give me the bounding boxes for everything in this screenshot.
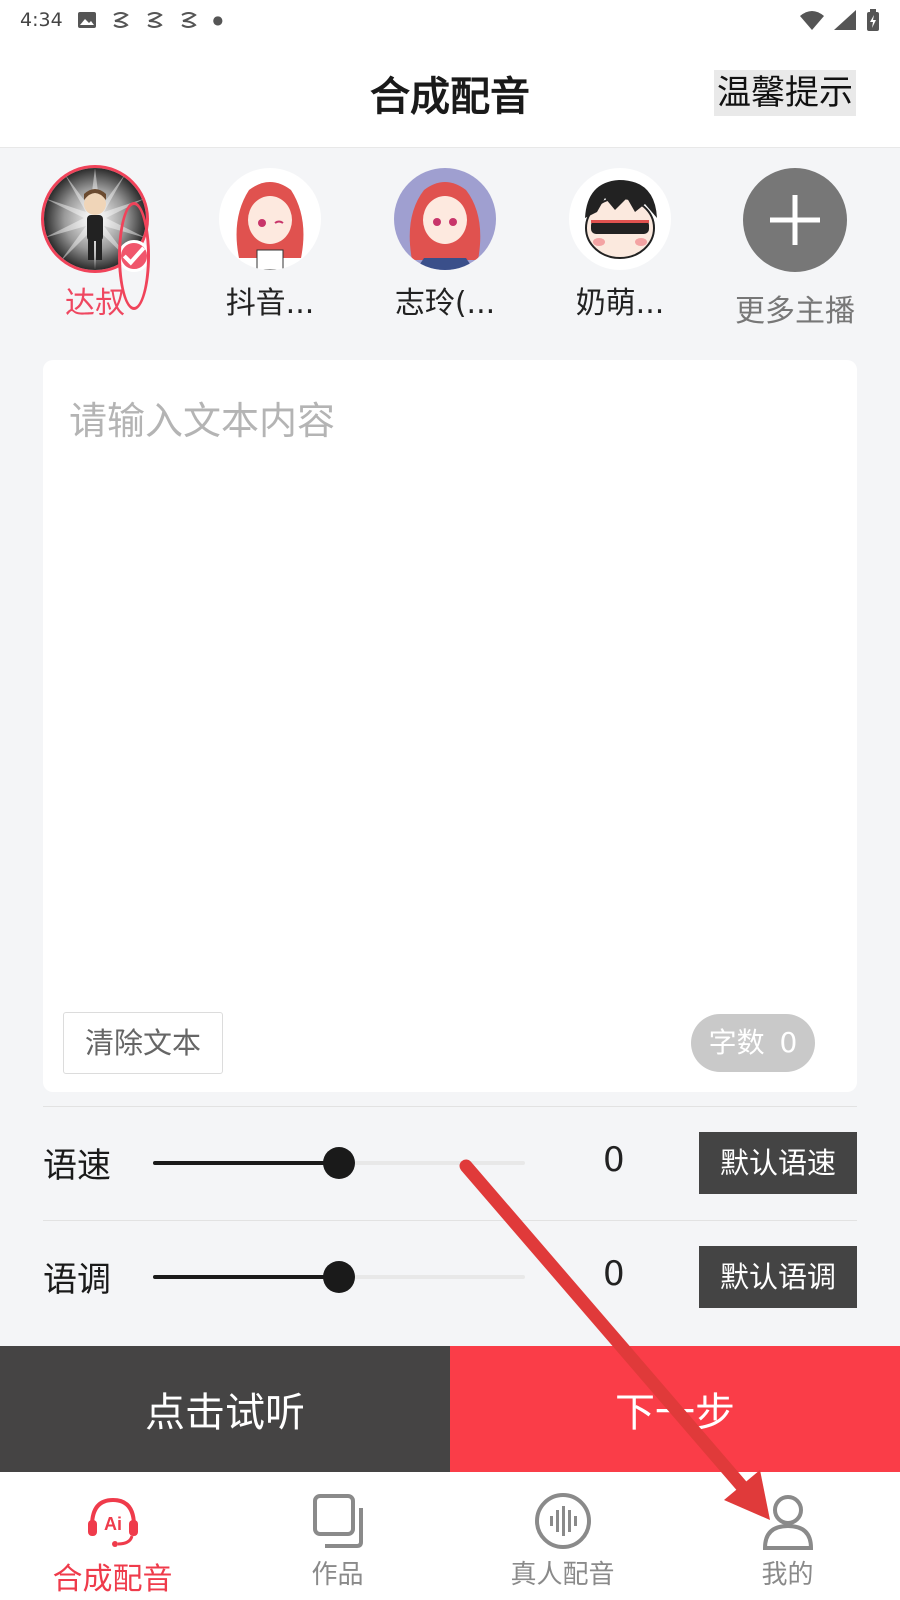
anchor-item-naimeng[interactable]: 奶萌... (550, 168, 690, 322)
anchor-list: 达叔 抖音... 志玲(... 奶萌... 更多主播 (0, 160, 900, 330)
divider (43, 1220, 857, 1221)
clear-text-button[interactable]: 清除文本 (63, 1012, 223, 1074)
speed-slider[interactable] (153, 1147, 525, 1179)
anchor-item-douyin[interactable]: 抖音... (200, 168, 340, 322)
bottom-nav: Ai 合成配音 作品 真人配音 我的 (0, 1472, 900, 1600)
anchor-avatar-image (569, 168, 671, 270)
pitch-slider[interactable] (153, 1261, 525, 1293)
image-icon (77, 12, 96, 28)
pitch-value: 0 (603, 1254, 625, 1294)
char-count-value: 0 (779, 1026, 798, 1059)
notification-icon (147, 12, 163, 28)
pitch-slider-fill (153, 1275, 339, 1279)
text-input[interactable] (69, 390, 829, 990)
more-anchors-label: 更多主播 (735, 294, 855, 329)
plus-icon (743, 168, 847, 272)
signal-icon (834, 10, 856, 30)
speed-label: 语速 (43, 1146, 111, 1186)
speed-value: 0 (603, 1140, 625, 1180)
default-pitch-button[interactable]: 默认语调 (699, 1246, 857, 1308)
status-time: 4:34 (20, 9, 63, 31)
anchor-avatar-image (394, 168, 496, 270)
nav-label: 我的 (761, 1560, 814, 1590)
nav-label: 真人配音 (510, 1560, 615, 1590)
speed-slider-thumb[interactable] (323, 1147, 355, 1179)
anchor-name: 抖音... (225, 286, 315, 321)
pitch-label: 语调 (43, 1260, 111, 1300)
voice-wave-icon (534, 1493, 591, 1549)
speed-row: 语速 0 默认语速 (43, 1108, 857, 1218)
more-anchors-button[interactable]: 更多主播 (725, 168, 865, 330)
divider (43, 1106, 857, 1107)
char-count-label: 字数 (708, 1026, 765, 1059)
status-bar: 4:34 ● (0, 0, 900, 40)
anchor-name: 奶萌... (575, 286, 665, 321)
works-icon (312, 1494, 363, 1548)
user-icon (762, 1495, 813, 1550)
anchor-avatar-image (219, 168, 321, 270)
avatar (219, 168, 321, 270)
avatar (44, 168, 150, 272)
anchor-item-dashu[interactable]: 达叔 (25, 168, 165, 322)
pitch-row: 语调 0 默认语调 (43, 1222, 857, 1332)
nav-label: 合成配音 (52, 1562, 173, 1597)
nav-item-synthesis[interactable]: Ai 合成配音 (0, 1472, 225, 1600)
avatar (569, 168, 671, 270)
nav-item-works[interactable]: 作品 (225, 1472, 450, 1600)
dot-icon: ● (212, 13, 224, 27)
tips-button[interactable]: 温馨提示 (714, 70, 856, 116)
nav-item-mine[interactable]: 我的 (675, 1472, 900, 1600)
pitch-slider-thumb[interactable] (323, 1261, 355, 1293)
next-step-button[interactable]: 下一步 (450, 1346, 900, 1472)
listen-button[interactable]: 点击试听 (0, 1346, 450, 1472)
wifi-icon (800, 11, 824, 30)
char-count-badge: 字数 0 (691, 1014, 815, 1072)
text-editor-card: 清除文本 字数 0 (43, 360, 857, 1092)
action-bar: 点击试听 下一步 (0, 1346, 900, 1472)
header: 合成配音 温馨提示 (0, 40, 900, 148)
default-speed-button[interactable]: 默认语速 (699, 1132, 857, 1194)
notification-icon (113, 12, 129, 28)
battery-icon (867, 9, 879, 31)
avatar (394, 168, 496, 270)
svg-text:Ai: Ai (104, 1514, 122, 1534)
nav-label: 作品 (311, 1560, 364, 1590)
selected-check-icon (118, 240, 150, 272)
speed-slider-fill (153, 1161, 339, 1165)
anchor-item-zhiling[interactable]: 志玲(... (375, 168, 515, 322)
nav-item-real-voice[interactable]: 真人配音 (450, 1472, 675, 1600)
notification-icon (181, 12, 197, 28)
ai-headset-icon: Ai (87, 1497, 138, 1547)
anchor-name: 志玲(... (394, 286, 496, 321)
